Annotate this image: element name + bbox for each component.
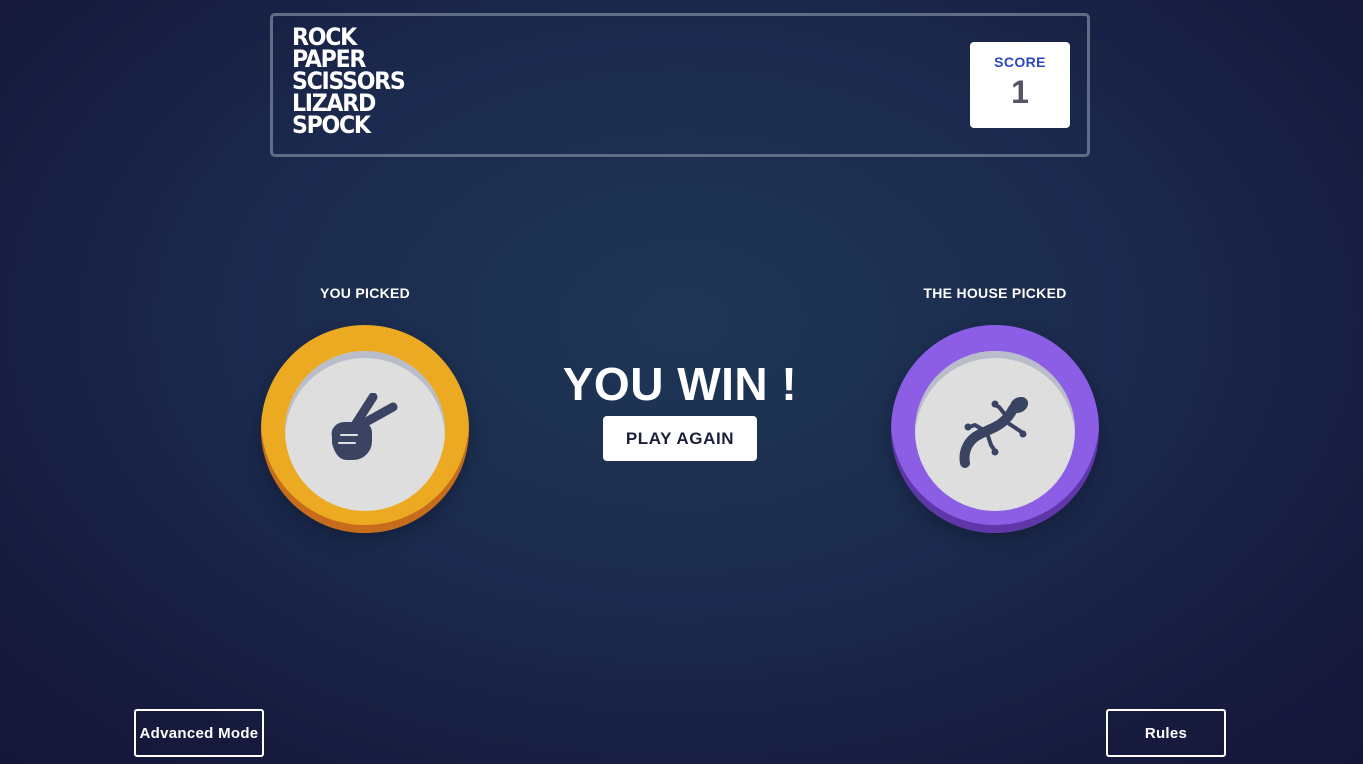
player-pick-inner — [285, 351, 445, 511]
rules-button[interactable]: Rules — [1106, 709, 1226, 757]
house-picked-label: THE HOUSE PICKED — [923, 285, 1067, 301]
player-pick-token — [261, 325, 469, 533]
result-panel: YOU WIN ! PLAY AGAIN — [560, 356, 800, 461]
advanced-mode-button[interactable]: Advanced Mode — [134, 709, 264, 757]
you-picked-label: YOU PICKED — [319, 285, 411, 301]
header: ROCK PAPER SCISSORS LIZARD SPOCK SCORE 1 — [270, 13, 1090, 157]
score-value: 1 — [1011, 74, 1029, 110]
lizard-icon — [959, 396, 1029, 468]
result-text: YOU WIN ! — [562, 358, 798, 410]
score-box: SCORE 1 — [970, 42, 1070, 128]
house-pick-inner — [915, 351, 1075, 511]
score-label: SCORE — [994, 54, 1046, 70]
house-pick-token — [891, 325, 1099, 533]
play-again-button[interactable]: PLAY AGAIN — [603, 416, 757, 461]
title-line-spock: SPOCK — [292, 111, 371, 139]
scissors-hand-icon — [331, 393, 398, 460]
game-title: ROCK PAPER SCISSORS LIZARD SPOCK — [292, 25, 414, 139]
